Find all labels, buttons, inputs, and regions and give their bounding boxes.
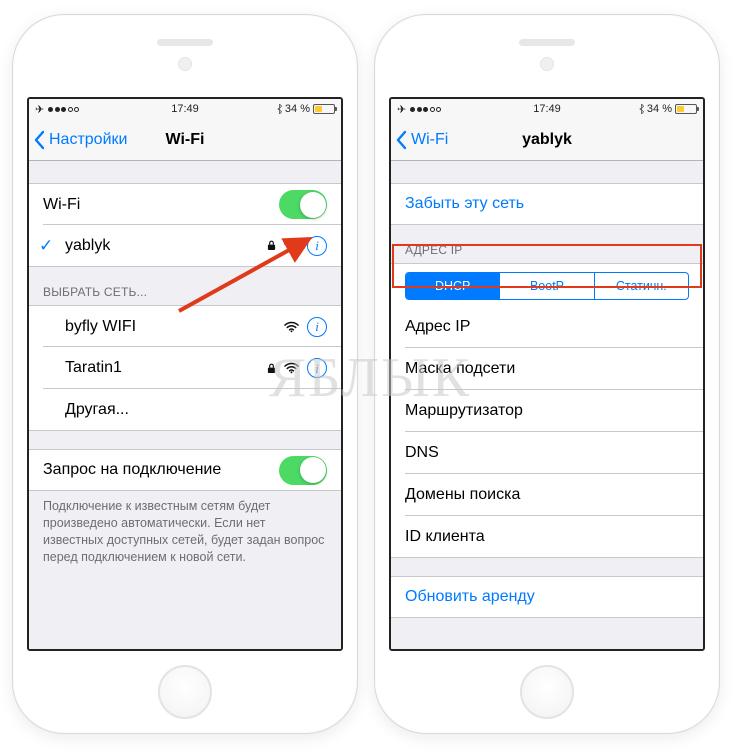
ask-to-join-footer: Подключение к известным сетям будет прои… [29,491,341,566]
checkmark-icon: ✓ [39,236,53,256]
lock-icon [267,363,276,374]
iphone-network-detail: ✈︎ 17:49 34 % Wi-Fi yablyk [374,14,720,734]
network-name: yablyk [65,237,267,255]
other-network-row[interactable]: Другая... [29,389,341,431]
chevron-left-icon [395,130,409,150]
tab-dhcp[interactable]: DHCP [406,273,499,299]
wifi-icon [284,321,299,333]
ask-to-join-label: Запрос на подключение [43,461,279,479]
network-name: byfly WIFI [65,318,284,336]
field-ip[interactable]: Адрес IP [391,306,703,348]
network-row-byfly[interactable]: byfly WIFI i [29,305,341,347]
field-mask[interactable]: Маска подсети [391,348,703,390]
bluetooth-icon [277,104,282,114]
field-dns[interactable]: DNS [391,432,703,474]
signal-dots-icon [410,107,441,112]
choose-network-header: ВЫБРАТЬ СЕТЬ... [29,285,341,305]
home-button[interactable] [158,665,212,719]
forget-network-button[interactable]: Забыть эту сеть [391,183,703,225]
info-icon[interactable]: i [307,317,327,337]
wifi-icon [284,240,299,252]
clock: 17:49 [497,103,597,115]
airplane-icon: ✈︎ [35,103,44,116]
info-icon[interactable]: i [307,236,327,256]
tab-static[interactable]: Статичн. [594,273,688,299]
field-router[interactable]: Маршрутизатор [391,390,703,432]
field-client-id[interactable]: ID клиента [391,516,703,558]
iphone-wifi-list: ✈︎ 17:49 34 % Настройки Wi-Fi [12,14,358,734]
bluetooth-icon [639,104,644,114]
nav-bar: Wi-Fi yablyk [391,119,703,161]
signal-dots-icon [48,107,79,112]
toggle-switch[interactable] [279,190,327,219]
wifi-icon [284,362,299,374]
network-row-taratin1[interactable]: Taratin1 i [29,347,341,389]
back-label: Wi-Fi [411,131,448,149]
network-name: Taratin1 [65,359,267,377]
back-button[interactable]: Настройки [29,130,127,150]
battery-percent: 34 % [285,103,310,115]
wifi-toggle-row[interactable]: Wi-Fi [29,183,341,225]
back-button[interactable]: Wi-Fi [391,130,448,150]
airplane-icon: ✈︎ [397,103,406,116]
chevron-left-icon [33,130,47,150]
back-label: Настройки [49,131,127,149]
other-label: Другая... [65,401,327,419]
connected-network-row[interactable]: ✓ yablyk i [29,225,341,267]
screen: ✈︎ 17:49 34 % Wi-Fi yablyk [389,97,705,651]
lock-icon [267,240,276,251]
content: Wi-Fi ✓ yablyk i ВЫБРАТЬ СЕТЬ.. [29,161,341,649]
clock: 17:49 [135,103,235,115]
ask-to-join-row[interactable]: Запрос на подключение [29,449,341,491]
battery-percent: 34 % [647,103,672,115]
toggle-switch[interactable] [279,456,327,485]
ip-address-header: АДРЕС IP [391,243,703,263]
content: Забыть эту сеть АДРЕС IP DHCP BootP Стат… [391,161,703,649]
tab-bootp[interactable]: BootP [499,273,593,299]
battery-icon [313,104,335,114]
info-icon[interactable]: i [307,358,327,378]
wifi-toggle-label: Wi-Fi [43,196,279,214]
status-bar: ✈︎ 17:49 34 % [391,99,703,119]
field-search-domains[interactable]: Домены поиска [391,474,703,516]
nav-bar: Настройки Wi-Fi [29,119,341,161]
home-button[interactable] [520,665,574,719]
ip-mode-segmented[interactable]: DHCP BootP Статичн. [405,272,689,300]
battery-icon [675,104,697,114]
screen: ✈︎ 17:49 34 % Настройки Wi-Fi [27,97,343,651]
renew-lease-button[interactable]: Обновить аренду [391,576,703,618]
status-bar: ✈︎ 17:49 34 % [29,99,341,119]
